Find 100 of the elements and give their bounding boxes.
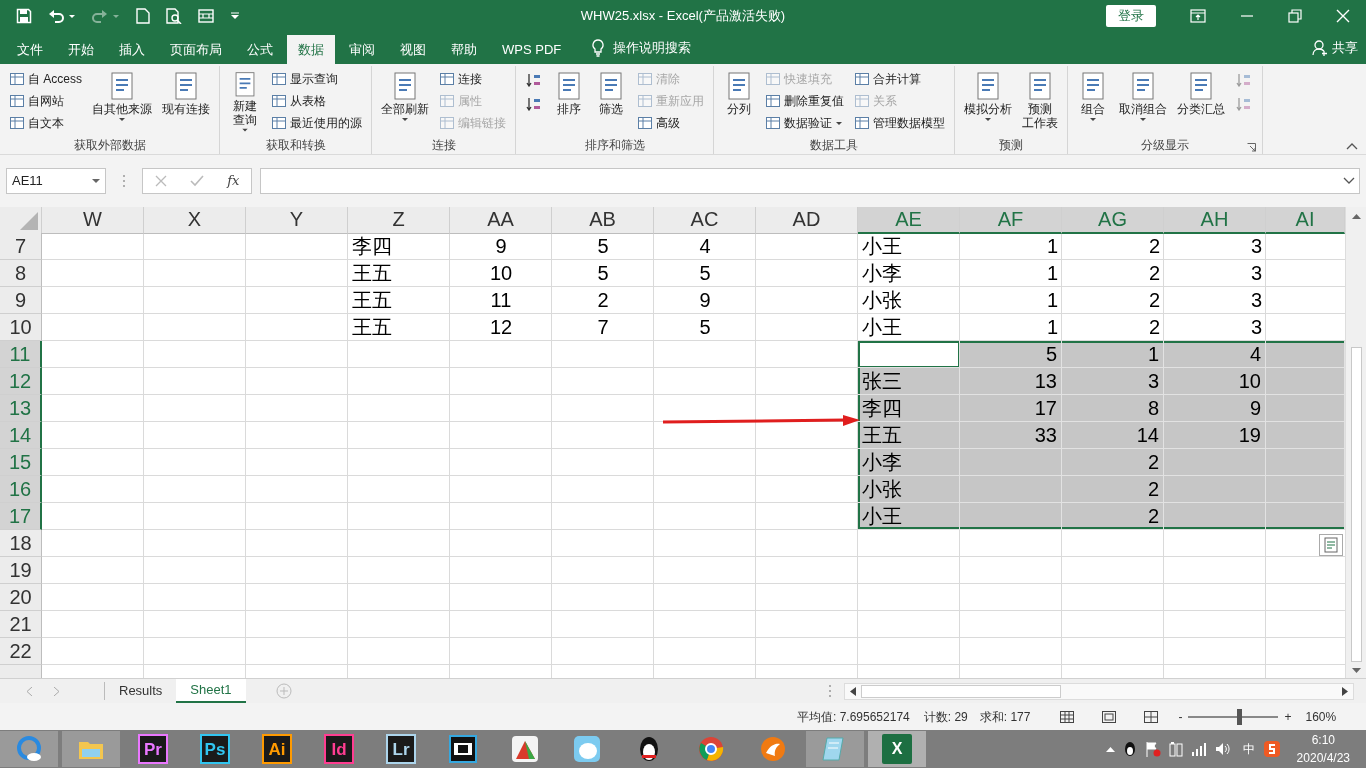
collapse-ribbon-icon[interactable] (1346, 142, 1358, 150)
table-cell[interactable]: 10 (1164, 368, 1266, 395)
table-cell[interactable]: 5 (654, 314, 756, 341)
table-cell[interactable]: 2 (1062, 503, 1164, 530)
column-header[interactable]: X (144, 207, 246, 234)
new-document-icon[interactable] (136, 7, 150, 24)
table-cell[interactable]: 5 (552, 233, 654, 260)
ribbon-tab[interactable]: 数据 (287, 35, 335, 64)
ribbon-tab[interactable]: WPS PDF (491, 35, 573, 64)
scroll-down-icon[interactable] (1351, 668, 1361, 674)
ribbon-tab[interactable]: 页面布局 (159, 35, 233, 64)
input-method-icon[interactable] (1262, 740, 1281, 758)
table-cell[interactable] (1266, 422, 1345, 449)
table-cell[interactable]: 19 (1164, 422, 1266, 449)
table-cell[interactable]: 2 (1062, 260, 1164, 287)
column-header[interactable]: AI (1266, 207, 1345, 234)
film-icon[interactable] (449, 735, 477, 763)
table-cell[interactable]: 1 (960, 233, 1062, 260)
table-cell[interactable]: 王五 (348, 260, 450, 287)
penguin-icon[interactable] (1122, 741, 1137, 757)
zoom-level[interactable]: 160% (1305, 707, 1337, 726)
ribbon-button[interactable]: 自网站 (6, 90, 85, 112)
table-cell[interactable] (1266, 476, 1345, 503)
ribbon-button[interactable]: 显示查询 (268, 68, 365, 90)
expand-icon[interactable] (1343, 177, 1355, 185)
scroll-left-icon[interactable] (849, 686, 856, 696)
person-icon[interactable] (1312, 39, 1328, 56)
table-cell[interactable] (960, 476, 1062, 503)
dialog-launcher-icon[interactable] (1247, 143, 1256, 152)
table-cell[interactable]: 12 (450, 314, 552, 341)
table-cell[interactable]: 10 (450, 260, 552, 287)
ribbon-button[interactable]: 合并计算 (851, 68, 948, 90)
column-header[interactable]: AA (450, 207, 552, 234)
ribbon-tab[interactable]: 文件 (6, 35, 54, 64)
column-header[interactable]: W (42, 207, 144, 234)
table-cell[interactable]: 3 (1164, 233, 1266, 260)
row-header[interactable]: 22 (0, 638, 42, 665)
table-cell[interactable] (1164, 449, 1266, 476)
column-header[interactable]: AH (1164, 207, 1266, 234)
zoom-in-button[interactable]: + (1284, 707, 1292, 726)
row-header[interactable]: 15 (0, 449, 42, 476)
table-cell[interactable]: 3 (1164, 314, 1266, 341)
sheet-tab[interactable]: Sheet1 (176, 679, 246, 703)
column-header[interactable]: AB (552, 207, 654, 234)
taskbar-button[interactable] (0, 731, 58, 767)
table-cell[interactable] (858, 341, 960, 368)
table-cell[interactable]: 张三 (858, 368, 960, 395)
ribbon-button[interactable]: 模拟分析 (961, 68, 1015, 134)
table-cell[interactable]: 7 (552, 314, 654, 341)
sheet-tab[interactable]: Results (105, 679, 177, 703)
table-cell[interactable]: 2 (1062, 476, 1164, 503)
flag-icon[interactable] (1144, 741, 1161, 757)
ribbon-button[interactable]: 删除重复值 (762, 90, 847, 112)
table-cell[interactable]: 2 (1062, 449, 1164, 476)
table-cell[interactable] (1266, 368, 1345, 395)
table-cell[interactable]: 王五 (348, 314, 450, 341)
formula-input[interactable] (260, 168, 1360, 194)
close-icon[interactable] (1336, 8, 1350, 23)
column-header[interactable]: AF (960, 207, 1062, 234)
table-cell[interactable]: 王五 (348, 287, 450, 314)
taskbar-button[interactable]: Pr (138, 734, 168, 764)
ribbon-button[interactable]: 最近使用的源 (268, 112, 365, 134)
table-cell[interactable]: 小王 (858, 314, 960, 341)
taskbar-button[interactable]: Ai (262, 734, 292, 764)
table-cell[interactable]: 14 (1062, 422, 1164, 449)
row-header[interactable]: 16 (0, 476, 42, 503)
table-cell[interactable]: 1 (1062, 341, 1164, 368)
page-layout-icon[interactable] (1102, 710, 1117, 723)
sort-icon[interactable] (526, 73, 542, 87)
taskbar-button[interactable]: Ps (200, 734, 230, 764)
ribbon-button[interactable]: 排序 (550, 68, 588, 134)
table-cell[interactable]: 2 (552, 287, 654, 314)
ribbon-tab[interactable]: 视图 (389, 35, 437, 64)
chevron-up-icon[interactable] (1105, 746, 1115, 752)
ribbon-button[interactable]: 新建 查询 (226, 68, 264, 134)
tell-me-search[interactable]: 操作说明搜索 (613, 37, 692, 58)
clock[interactable]: 6:10 2020/4/23 (1296, 731, 1350, 767)
row-header[interactable]: 20 (0, 584, 42, 611)
table-cell[interactable]: 8 (1062, 395, 1164, 422)
lightbulb-icon[interactable] (591, 38, 606, 57)
table-cell[interactable]: 3 (1164, 260, 1266, 287)
page-break-icon[interactable] (1144, 710, 1159, 723)
share-button[interactable]: 共享 (1332, 37, 1358, 58)
customize-caret-icon[interactable] (230, 11, 240, 20)
table-cell[interactable]: 4 (654, 233, 756, 260)
scroll-up-icon[interactable] (1351, 213, 1361, 219)
table-cell[interactable]: 小李 (858, 449, 960, 476)
ribbon-button[interactable]: 数据验证 (762, 112, 847, 134)
table-cell[interactable]: 2 (1062, 314, 1164, 341)
ribbon-button[interactable]: 高级 (634, 112, 707, 134)
table-cell[interactable]: 9 (654, 287, 756, 314)
table-cell[interactable] (1266, 449, 1345, 476)
ribbon-tab[interactable]: 公式 (236, 35, 284, 64)
ribbon-button[interactable]: 全部刷新 (378, 68, 432, 134)
caret-icon[interactable] (68, 12, 76, 19)
scroll-right-icon[interactable] (1341, 686, 1348, 696)
table-cell[interactable]: 小李 (858, 260, 960, 287)
cartoon-icon[interactable] (573, 735, 601, 763)
table-cell[interactable] (1164, 503, 1266, 530)
normal-view-icon[interactable] (1060, 710, 1075, 723)
